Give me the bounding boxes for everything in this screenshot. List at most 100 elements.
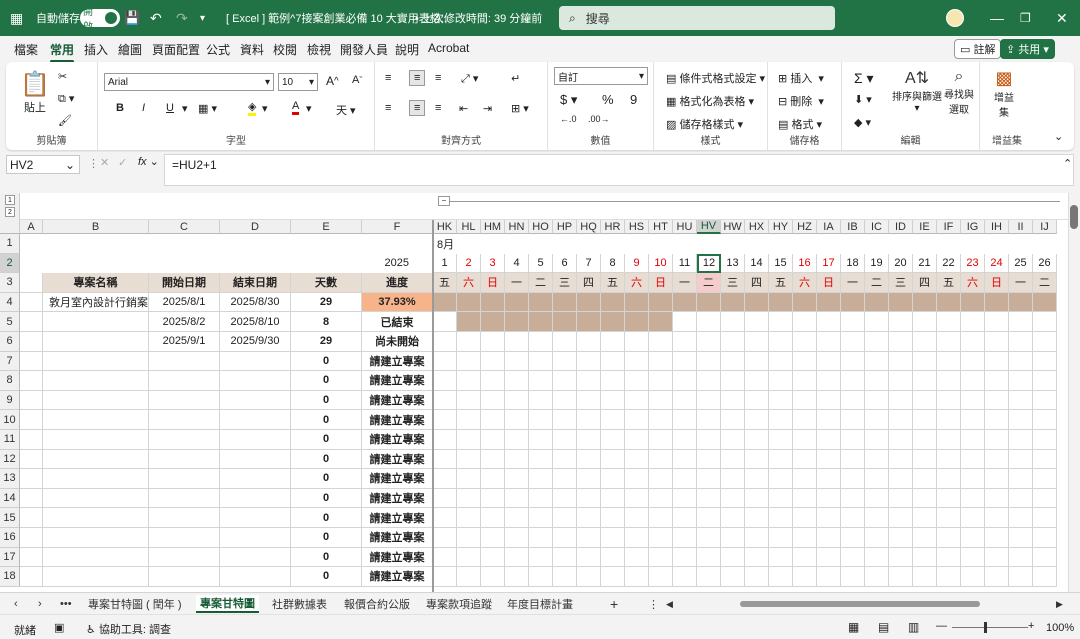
gantt-cell[interactable] bbox=[865, 312, 889, 332]
header-cell-days[interactable]: 天數 bbox=[291, 273, 362, 293]
gantt-cell[interactable] bbox=[601, 371, 625, 391]
gantt-cell[interactable] bbox=[673, 430, 697, 450]
gantt-bar[interactable] bbox=[577, 292, 601, 313]
gantt-cell[interactable] bbox=[1009, 528, 1033, 548]
gantt-cell[interactable] bbox=[889, 332, 913, 352]
gantt-cell[interactable] bbox=[913, 410, 937, 430]
table-cell-days[interactable]: 0 bbox=[291, 488, 362, 509]
gantt-cell[interactable] bbox=[1033, 547, 1057, 568]
gantt-cell[interactable] bbox=[649, 547, 673, 568]
table-cell-days[interactable]: 0 bbox=[291, 567, 362, 587]
gantt-cell[interactable] bbox=[673, 371, 697, 391]
gantt-cell[interactable] bbox=[937, 469, 961, 489]
table-cell-end[interactable] bbox=[220, 371, 291, 391]
weekday-label[interactable]: 四 bbox=[913, 273, 937, 293]
gantt-cell[interactable] bbox=[745, 547, 769, 568]
cell[interactable] bbox=[149, 234, 220, 254]
table-cell-name[interactable] bbox=[43, 312, 149, 332]
format-painter-icon[interactable]: 🖌 bbox=[58, 114, 72, 127]
redo-icon[interactable]: ↷ bbox=[176, 0, 188, 36]
gantt-cell[interactable] bbox=[1009, 508, 1033, 528]
gantt-cell[interactable] bbox=[841, 547, 865, 568]
gantt-cell[interactable] bbox=[769, 410, 793, 430]
table-cell-start[interactable] bbox=[149, 528, 220, 548]
gantt-cell[interactable] bbox=[457, 332, 481, 352]
gantt-cell[interactable] bbox=[481, 234, 505, 254]
align-right-icon[interactable]: ≡ bbox=[435, 102, 441, 114]
day-number[interactable]: 26 bbox=[1033, 253, 1057, 274]
page-break-view-icon[interactable]: ▥ bbox=[908, 620, 919, 634]
gantt-cell[interactable] bbox=[889, 508, 913, 528]
table-cell-end[interactable] bbox=[220, 567, 291, 587]
cell[interactable] bbox=[20, 371, 43, 391]
row-header[interactable]: 1 bbox=[0, 234, 20, 254]
gantt-cell[interactable] bbox=[793, 488, 817, 509]
gantt-cell[interactable] bbox=[841, 410, 865, 430]
formula-input[interactable]: =HU2+1 bbox=[164, 154, 1074, 186]
day-number[interactable]: 10 bbox=[649, 253, 673, 274]
row-header[interactable]: 18 bbox=[0, 567, 20, 587]
table-cell-days[interactable]: 0 bbox=[291, 371, 362, 391]
gantt-cell[interactable] bbox=[769, 390, 793, 411]
weekday-label[interactable]: 六 bbox=[793, 273, 817, 293]
weekday-label[interactable]: 四 bbox=[577, 273, 601, 293]
gantt-cell[interactable] bbox=[481, 351, 505, 372]
row-header[interactable]: 13 bbox=[0, 469, 20, 489]
day-number[interactable]: 19 bbox=[865, 253, 889, 274]
gantt-cell[interactable] bbox=[745, 312, 769, 332]
cell[interactable] bbox=[20, 390, 43, 411]
weekday-label[interactable]: 三 bbox=[889, 273, 913, 293]
gantt-cell[interactable] bbox=[553, 528, 577, 548]
gantt-cell[interactable] bbox=[913, 332, 937, 352]
row-header[interactable]: 16 bbox=[0, 528, 20, 548]
gantt-cell[interactable] bbox=[673, 332, 697, 352]
gantt-cell[interactable] bbox=[625, 332, 649, 352]
gantt-cell[interactable] bbox=[961, 371, 985, 391]
gantt-cell[interactable] bbox=[961, 547, 985, 568]
gantt-cell[interactable] bbox=[529, 469, 553, 489]
gantt-cell[interactable] bbox=[697, 351, 721, 372]
gantt-cell[interactable] bbox=[625, 508, 649, 528]
column-header[interactable]: HU bbox=[673, 220, 697, 234]
chevron-down-icon[interactable]: ▾ bbox=[306, 102, 312, 115]
tab-help[interactable]: 說明 bbox=[395, 41, 419, 58]
autosave-toggle[interactable]: 開啟 bbox=[80, 7, 120, 33]
weekday-label[interactable]: 日 bbox=[985, 273, 1009, 293]
weekday-label[interactable]: 六 bbox=[457, 273, 481, 293]
font-name-select[interactable]: Arial ▾ bbox=[104, 73, 274, 91]
table-cell-start[interactable] bbox=[149, 567, 220, 587]
gantt-cell[interactable] bbox=[817, 351, 841, 372]
table-cell-end[interactable] bbox=[220, 508, 291, 528]
table-cell-progress[interactable]: 請建立專案 bbox=[362, 528, 433, 548]
gantt-cell[interactable] bbox=[481, 430, 505, 450]
cell[interactable] bbox=[43, 254, 149, 274]
gantt-cell[interactable] bbox=[985, 430, 1009, 450]
gantt-cell[interactable] bbox=[889, 312, 913, 332]
weekday-label[interactable]: 二 bbox=[865, 273, 889, 293]
vertical-scroll-thumb[interactable] bbox=[1070, 205, 1078, 229]
table-cell-end[interactable]: 2025/9/30 bbox=[220, 332, 291, 352]
cell[interactable] bbox=[20, 351, 43, 372]
gantt-bar[interactable] bbox=[433, 292, 457, 313]
table-cell-start[interactable] bbox=[149, 371, 220, 391]
gantt-cell[interactable] bbox=[793, 332, 817, 352]
row-header[interactable]: 10 bbox=[0, 410, 20, 430]
gantt-cell[interactable] bbox=[481, 547, 505, 568]
tab-draw[interactable]: 繪圖 bbox=[118, 41, 142, 58]
gantt-cell[interactable] bbox=[985, 567, 1009, 587]
gantt-cell[interactable] bbox=[673, 234, 697, 254]
gantt-cell[interactable] bbox=[601, 528, 625, 548]
table-cell-days[interactable]: 8 bbox=[291, 312, 362, 332]
gantt-cell[interactable] bbox=[625, 410, 649, 430]
gantt-cell[interactable] bbox=[913, 488, 937, 509]
gantt-bar[interactable] bbox=[697, 292, 721, 313]
sheet-tab-quote[interactable]: 報價合約公版 bbox=[340, 595, 414, 613]
day-number[interactable]: 12 bbox=[697, 253, 721, 274]
table-cell-progress[interactable]: 請建立專案 bbox=[362, 410, 433, 430]
gantt-cell[interactable] bbox=[793, 469, 817, 489]
gantt-cell[interactable] bbox=[673, 488, 697, 509]
table-cell-end[interactable] bbox=[220, 488, 291, 509]
gantt-cell[interactable] bbox=[481, 410, 505, 430]
gantt-cell[interactable] bbox=[601, 351, 625, 372]
collapse-ribbon-icon[interactable]: ⌄ bbox=[1054, 130, 1063, 143]
